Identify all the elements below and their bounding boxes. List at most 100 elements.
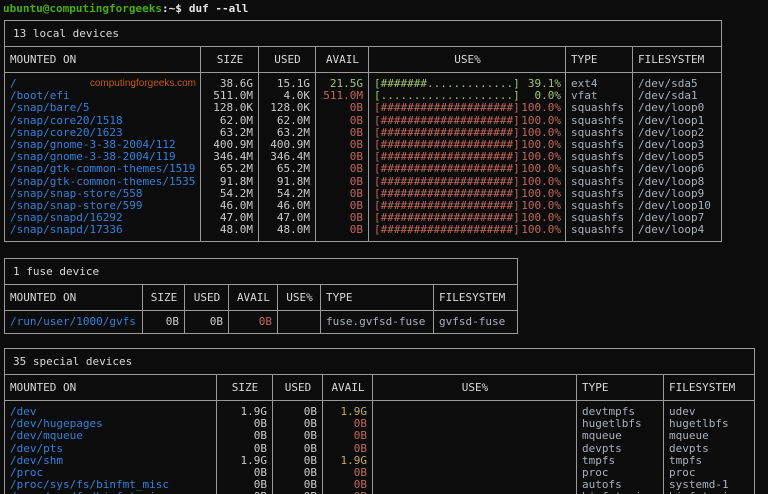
column-header-avail: AVAIL [323, 375, 373, 400]
mount-path: /dev/mqueue [10, 430, 83, 442]
table-header-row: MOUNTED ONSIZEUSEDAVAILUSE%TYPEFILESYSTE… [5, 47, 721, 73]
mount-path: /snap/core20/1518 [10, 115, 123, 127]
cell-mounted-on: /snap/bare/5 [5, 102, 201, 114]
column-header-filesystem: FILESYSTEM [434, 285, 517, 310]
cell-use-percent [373, 455, 577, 467]
cell-type: fuse.gvfsd-fuse [321, 316, 434, 328]
usage-bar: [....................] [374, 90, 520, 102]
cell-filesystem: mqueue [664, 430, 754, 442]
cell-filesystem: /dev/loop9 [633, 188, 721, 200]
cell-used: 400.9M [259, 139, 316, 151]
mount-path: /snap/snap-store/599 [10, 200, 142, 212]
mount-path: /snap/gtk-common-themes/1519 [10, 163, 195, 175]
cell-mounted-on: /snap/core20/1518 [5, 115, 201, 127]
cell-mounted-on: /boot/efi [5, 90, 201, 102]
mount-path: /snap/gtk-common-themes/1535 [10, 176, 195, 188]
cell-avail: 0B [323, 443, 373, 455]
column-header-type: TYPE [577, 375, 664, 400]
cell-size: 346.4M [201, 151, 259, 163]
cell-filesystem: /dev/loop3 [633, 139, 721, 151]
cell-used: 47.0M [259, 212, 316, 224]
cell-use-percent: [#######.............] 39.1% [369, 78, 566, 90]
mount-path: / [10, 78, 17, 90]
cell-use-percent: [####################]100.0% [369, 151, 566, 163]
cell-size: 511.0M [201, 90, 259, 102]
cell-mounted-on: /computingforgeeks.com [5, 78, 201, 90]
cell-use-percent: [####################]100.0% [369, 139, 566, 151]
mount-path: /dev/pts [10, 443, 63, 455]
cell-used: 91.8M [259, 176, 316, 188]
cell-size: 1.9G [217, 406, 273, 418]
usage-bar: [####################] [374, 102, 520, 114]
column-header-use-: USE% [278, 285, 321, 310]
cell-size: 0B [217, 479, 273, 491]
cell-use-percent [373, 406, 577, 418]
usage-percent: 100.0% [521, 200, 561, 212]
usage-percent: 100.0% [521, 212, 561, 224]
table-row: /snap/snap-store/55854.2M54.2M0B[#######… [5, 188, 721, 200]
mount-path: /snap/gnome-3-38-2004/119 [10, 151, 176, 163]
cell-filesystem: tmpfs [664, 455, 754, 467]
cell-type: squashfs [566, 176, 633, 188]
cell-use-percent: [####################]100.0% [369, 127, 566, 139]
usage-percent: 39.1% [528, 78, 561, 90]
cell-avail: 0B [229, 316, 278, 328]
cell-used: 15.1G [259, 78, 316, 90]
cell-use-percent: [....................] 0.0% [369, 90, 566, 102]
cell-avail: 21.5G [316, 78, 369, 90]
usage-percent: 0.0% [535, 90, 562, 102]
cell-use-percent [278, 316, 321, 328]
cell-avail: 0B [316, 224, 369, 236]
cell-filesystem: /dev/loop10 [633, 200, 721, 212]
cell-avail: 0B [316, 115, 369, 127]
cell-mounted-on: /snap/snapd/17336 [5, 224, 201, 236]
usage-bar: [#######.............] [374, 78, 520, 90]
table-row: /snap/gtk-common-themes/151965.2M65.2M0B… [5, 163, 721, 175]
usage-percent: 100.0% [521, 151, 561, 163]
cell-used: 4.0K [259, 90, 316, 102]
cell-mounted-on: /dev [5, 406, 217, 418]
cell-use-percent: [####################]100.0% [369, 163, 566, 175]
cell-avail: 0B [323, 467, 373, 479]
cell-type: squashfs [566, 102, 633, 114]
usage-bar: [####################] [374, 212, 520, 224]
table-body: /dev1.9G0B1.9Gdevtmpfsudev/dev/hugepages… [5, 401, 754, 494]
terminal-screen[interactable]: ubuntu@computingforgeeks:~$duf --all 13 … [0, 0, 768, 494]
cell-size: 91.8M [201, 176, 259, 188]
cell-size: 400.9M [201, 139, 259, 151]
column-header-used: USED [185, 285, 229, 310]
cell-used: 0B [185, 316, 229, 328]
cell-type: squashfs [566, 139, 633, 151]
cell-size: 38.6G [201, 78, 259, 90]
cell-used: 0B [273, 467, 323, 479]
cell-type: squashfs [566, 212, 633, 224]
cell-type: devtmpfs [577, 406, 664, 418]
cell-used: 48.0M [259, 224, 316, 236]
cell-size: 0B [217, 443, 273, 455]
cell-filesystem: /dev/loop6 [633, 163, 721, 175]
table-row: /snap/gtk-common-themes/153591.8M91.8M0B… [5, 176, 721, 188]
column-header-type: TYPE [321, 285, 434, 310]
cell-size: 128.0K [201, 102, 259, 114]
cell-filesystem: /dev/sda5 [633, 78, 721, 90]
cell-type: squashfs [566, 188, 633, 200]
cell-mounted-on: /proc/sys/fs/binfmt_misc [5, 479, 217, 491]
cell-type: proc [577, 467, 664, 479]
table-row: /dev1.9G0B1.9Gdevtmpfsudev [5, 406, 754, 418]
duf-table-special-devices: 35 special devicesMOUNTED ONSIZEUSEDAVAI… [4, 348, 755, 494]
table-row: /snap/gnome-3-38-2004/112400.9M400.9M0B[… [5, 139, 721, 151]
cell-use-percent: [####################]100.0% [369, 176, 566, 188]
cell-avail: 0B [323, 418, 373, 430]
cell-type: mqueue [577, 430, 664, 442]
prompt-user-host: ubuntu@computingforgeeks [3, 2, 162, 15]
usage-percent: 100.0% [521, 176, 561, 188]
mount-path: /snap/snapd/17336 [10, 224, 123, 236]
cell-type: ext4 [566, 78, 633, 90]
cell-type: squashfs [566, 224, 633, 236]
cell-avail: 0B [316, 139, 369, 151]
cell-type: tmpfs [577, 455, 664, 467]
column-header-mounted-on: MOUNTED ON [5, 375, 217, 400]
table-row: /dev/hugepages0B0B0Bhugetlbfshugetlbfs [5, 418, 754, 430]
cell-size: 62.0M [201, 115, 259, 127]
usage-bar: [####################] [374, 139, 520, 151]
